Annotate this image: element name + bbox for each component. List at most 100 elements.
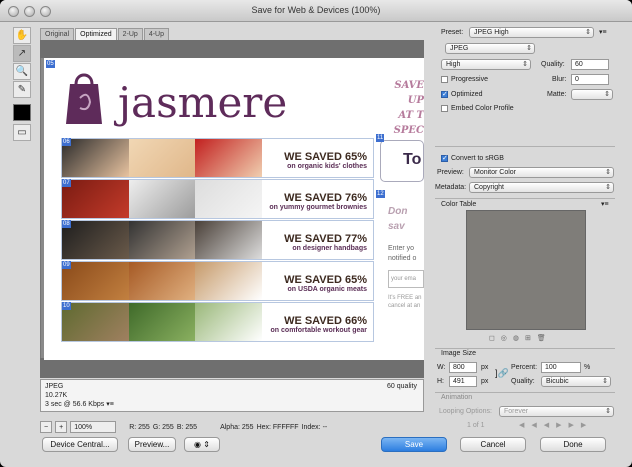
animation-playback-icons[interactable]: ◀◀◀▶▶▶	[519, 421, 593, 429]
tab-4-up[interactable]: 4-Up	[143, 28, 170, 40]
browser-select-button[interactable]: ◉ ⇕	[184, 437, 220, 452]
quality-input[interactable]: 60	[571, 59, 609, 70]
promo-subline: on designer handbags	[292, 245, 367, 252]
preset-menu-icon[interactable]: ▾≡	[599, 28, 607, 36]
promo-text: WE SAVED 65% on USDA organic meats	[284, 274, 367, 293]
promo-text: WE SAVED 65% on organic kids' clothes	[284, 151, 367, 170]
logo-wordmark: jasmere	[118, 78, 288, 127]
width-unit: px	[481, 364, 489, 371]
bottom-button-bar: Device Central... Preview... ◉ ⇕ Save Ca…	[0, 434, 632, 460]
cancel-button[interactable]: Cancel	[460, 437, 526, 452]
promo-photos	[62, 139, 263, 177]
download-rate-menu-icon[interactable]: ▾≡	[106, 401, 114, 408]
red-readout: R: 255	[129, 423, 150, 431]
looping-label: Looping Options:	[439, 408, 492, 415]
done-button[interactable]: Done	[540, 437, 606, 452]
slice-select-tool-icon[interactable]: ↗	[13, 45, 31, 62]
preview-select[interactable]: Monitor Color	[469, 167, 614, 178]
constrain-proportions-icon[interactable]: ]🔗	[495, 368, 509, 379]
shopping-bag-logo-icon	[66, 73, 102, 124]
resample-quality-select[interactable]: Bicubic	[541, 376, 611, 387]
blur-input[interactable]: 0	[571, 74, 609, 85]
promo-row[interactable]: WE SAVED 65% on organic kids' clothes 06	[61, 138, 374, 178]
signup-teaser-line: sav	[388, 221, 405, 232]
status-time-text: 3 sec @ 56.6 Kbps	[45, 401, 105, 408]
tab-optimized[interactable]: Optimized	[75, 28, 117, 40]
slice-label: 11	[376, 134, 385, 142]
promo-headline: WE SAVED 77%	[284, 233, 367, 245]
quality-label: Quality:	[541, 61, 565, 68]
slice-label: 05	[46, 60, 55, 68]
promo-row[interactable]: WE SAVED 76% on yummy gourmet brownies 0…	[61, 179, 374, 219]
promo-row[interactable]: WE SAVED 65% on USDA organic meats 09	[61, 261, 374, 301]
zoom-in-button[interactable]: +	[55, 421, 68, 433]
promo-headline: WE SAVED 65%	[284, 151, 367, 163]
promo-row[interactable]: WE SAVED 66% on comfortable workout gear…	[61, 302, 374, 342]
looping-select[interactable]: Forever	[499, 406, 614, 417]
convert-srgb-label: Convert to sRGB	[451, 155, 504, 162]
status-size: 10.27K	[45, 392, 68, 399]
percent-label: Percent:	[511, 364, 538, 371]
color-table-action-icons[interactable]: ◻◎◍⊞🗑	[489, 334, 552, 342]
zoom-level-select[interactable]: 100%	[70, 421, 117, 433]
width-input[interactable]: 800	[449, 362, 477, 373]
progressive-checkbox[interactable]	[441, 76, 448, 83]
image-size-heading: Image Size	[441, 350, 477, 357]
frame-counter: 1 of 1	[467, 422, 485, 429]
save-button[interactable]: Save	[381, 437, 447, 452]
optimized-checkbox[interactable]	[441, 90, 448, 98]
page-header-strip	[40, 40, 424, 58]
eyedropper-color-swatch[interactable]	[13, 104, 31, 121]
progressive-label: Progressive	[451, 76, 488, 83]
percent-input[interactable]: 100	[541, 362, 581, 373]
product-photo	[195, 180, 263, 218]
zoom-tool-icon[interactable]: 🔍	[13, 63, 31, 80]
color-table-area[interactable]	[466, 210, 586, 330]
optimized-label: Optimized	[451, 91, 483, 98]
promo-subline: on comfortable workout gear	[270, 327, 367, 334]
meat-photo	[195, 262, 263, 300]
slice-label: 12	[376, 190, 385, 198]
status-download-time: 3 sec @ 56.6 Kbps ▾≡	[45, 400, 419, 409]
format-select[interactable]: JPEG	[445, 43, 535, 54]
save-for-web-window: Save for Web & Devices (100%) ✋ ↗ 🔍 ✎ ▭ …	[0, 0, 632, 467]
hex-readout: Hex: FFFFFF	[256, 423, 299, 431]
eyedropper-tool-icon[interactable]: ✎	[13, 81, 31, 98]
signup-disclaimer: It's FREE an cancel at an	[388, 294, 422, 310]
blue-readout: B: 255	[176, 423, 198, 431]
promo-text: WE SAVED 77% on designer handbags	[284, 233, 367, 252]
workout-photo	[128, 303, 196, 341]
index-readout: Index: --	[301, 423, 328, 431]
kid-photo	[62, 139, 129, 177]
signup-teaser-line: Don	[388, 206, 408, 217]
signup-disclaimer-line: It's FREE an	[388, 295, 422, 301]
promo-photos	[62, 303, 263, 341]
convert-srgb-checkbox[interactable]	[441, 154, 448, 162]
device-central-button[interactable]: Device Central...	[42, 437, 118, 452]
promo-row[interactable]: WE SAVED 77% on designer handbags 08	[61, 220, 374, 260]
color-table-menu-icon[interactable]: ▾≡	[601, 200, 609, 208]
preview-button[interactable]: Preview...	[128, 437, 176, 452]
web-page-preview: 05 jasmere SAVE UP AT T SPEC WE SAVED 65…	[44, 58, 424, 360]
meat-photo	[62, 262, 129, 300]
compression-quality-select[interactable]: High	[441, 59, 531, 70]
signup-prompt: Enter yo notified o	[388, 244, 416, 264]
signup-prompt-line: Enter yo	[388, 245, 415, 252]
title-bar: Save for Web & Devices (100%)	[0, 0, 632, 22]
preset-label: Preset:	[441, 29, 464, 36]
metadata-select[interactable]: Copyright	[469, 182, 614, 193]
toggle-slices-icon[interactable]: ▭	[13, 124, 31, 141]
signup-email-field[interactable]: your ema	[388, 270, 424, 288]
signup-prompt-line: notified o	[388, 255, 417, 262]
handbag-photo	[62, 221, 129, 259]
height-input[interactable]: 491	[449, 376, 477, 387]
matte-select[interactable]	[571, 89, 613, 100]
hand-tool-icon[interactable]: ✋	[13, 27, 31, 44]
tab-2-up[interactable]: 2-Up	[117, 28, 143, 40]
tab-original[interactable]: Original	[40, 28, 75, 40]
color-table-heading: Color Table	[441, 201, 477, 208]
preset-select[interactable]: JPEG High	[469, 27, 594, 38]
promo-headline: WE SAVED 66%	[284, 315, 367, 327]
embed-color-profile-checkbox[interactable]	[441, 105, 448, 112]
zoom-out-button[interactable]: −	[40, 421, 53, 433]
